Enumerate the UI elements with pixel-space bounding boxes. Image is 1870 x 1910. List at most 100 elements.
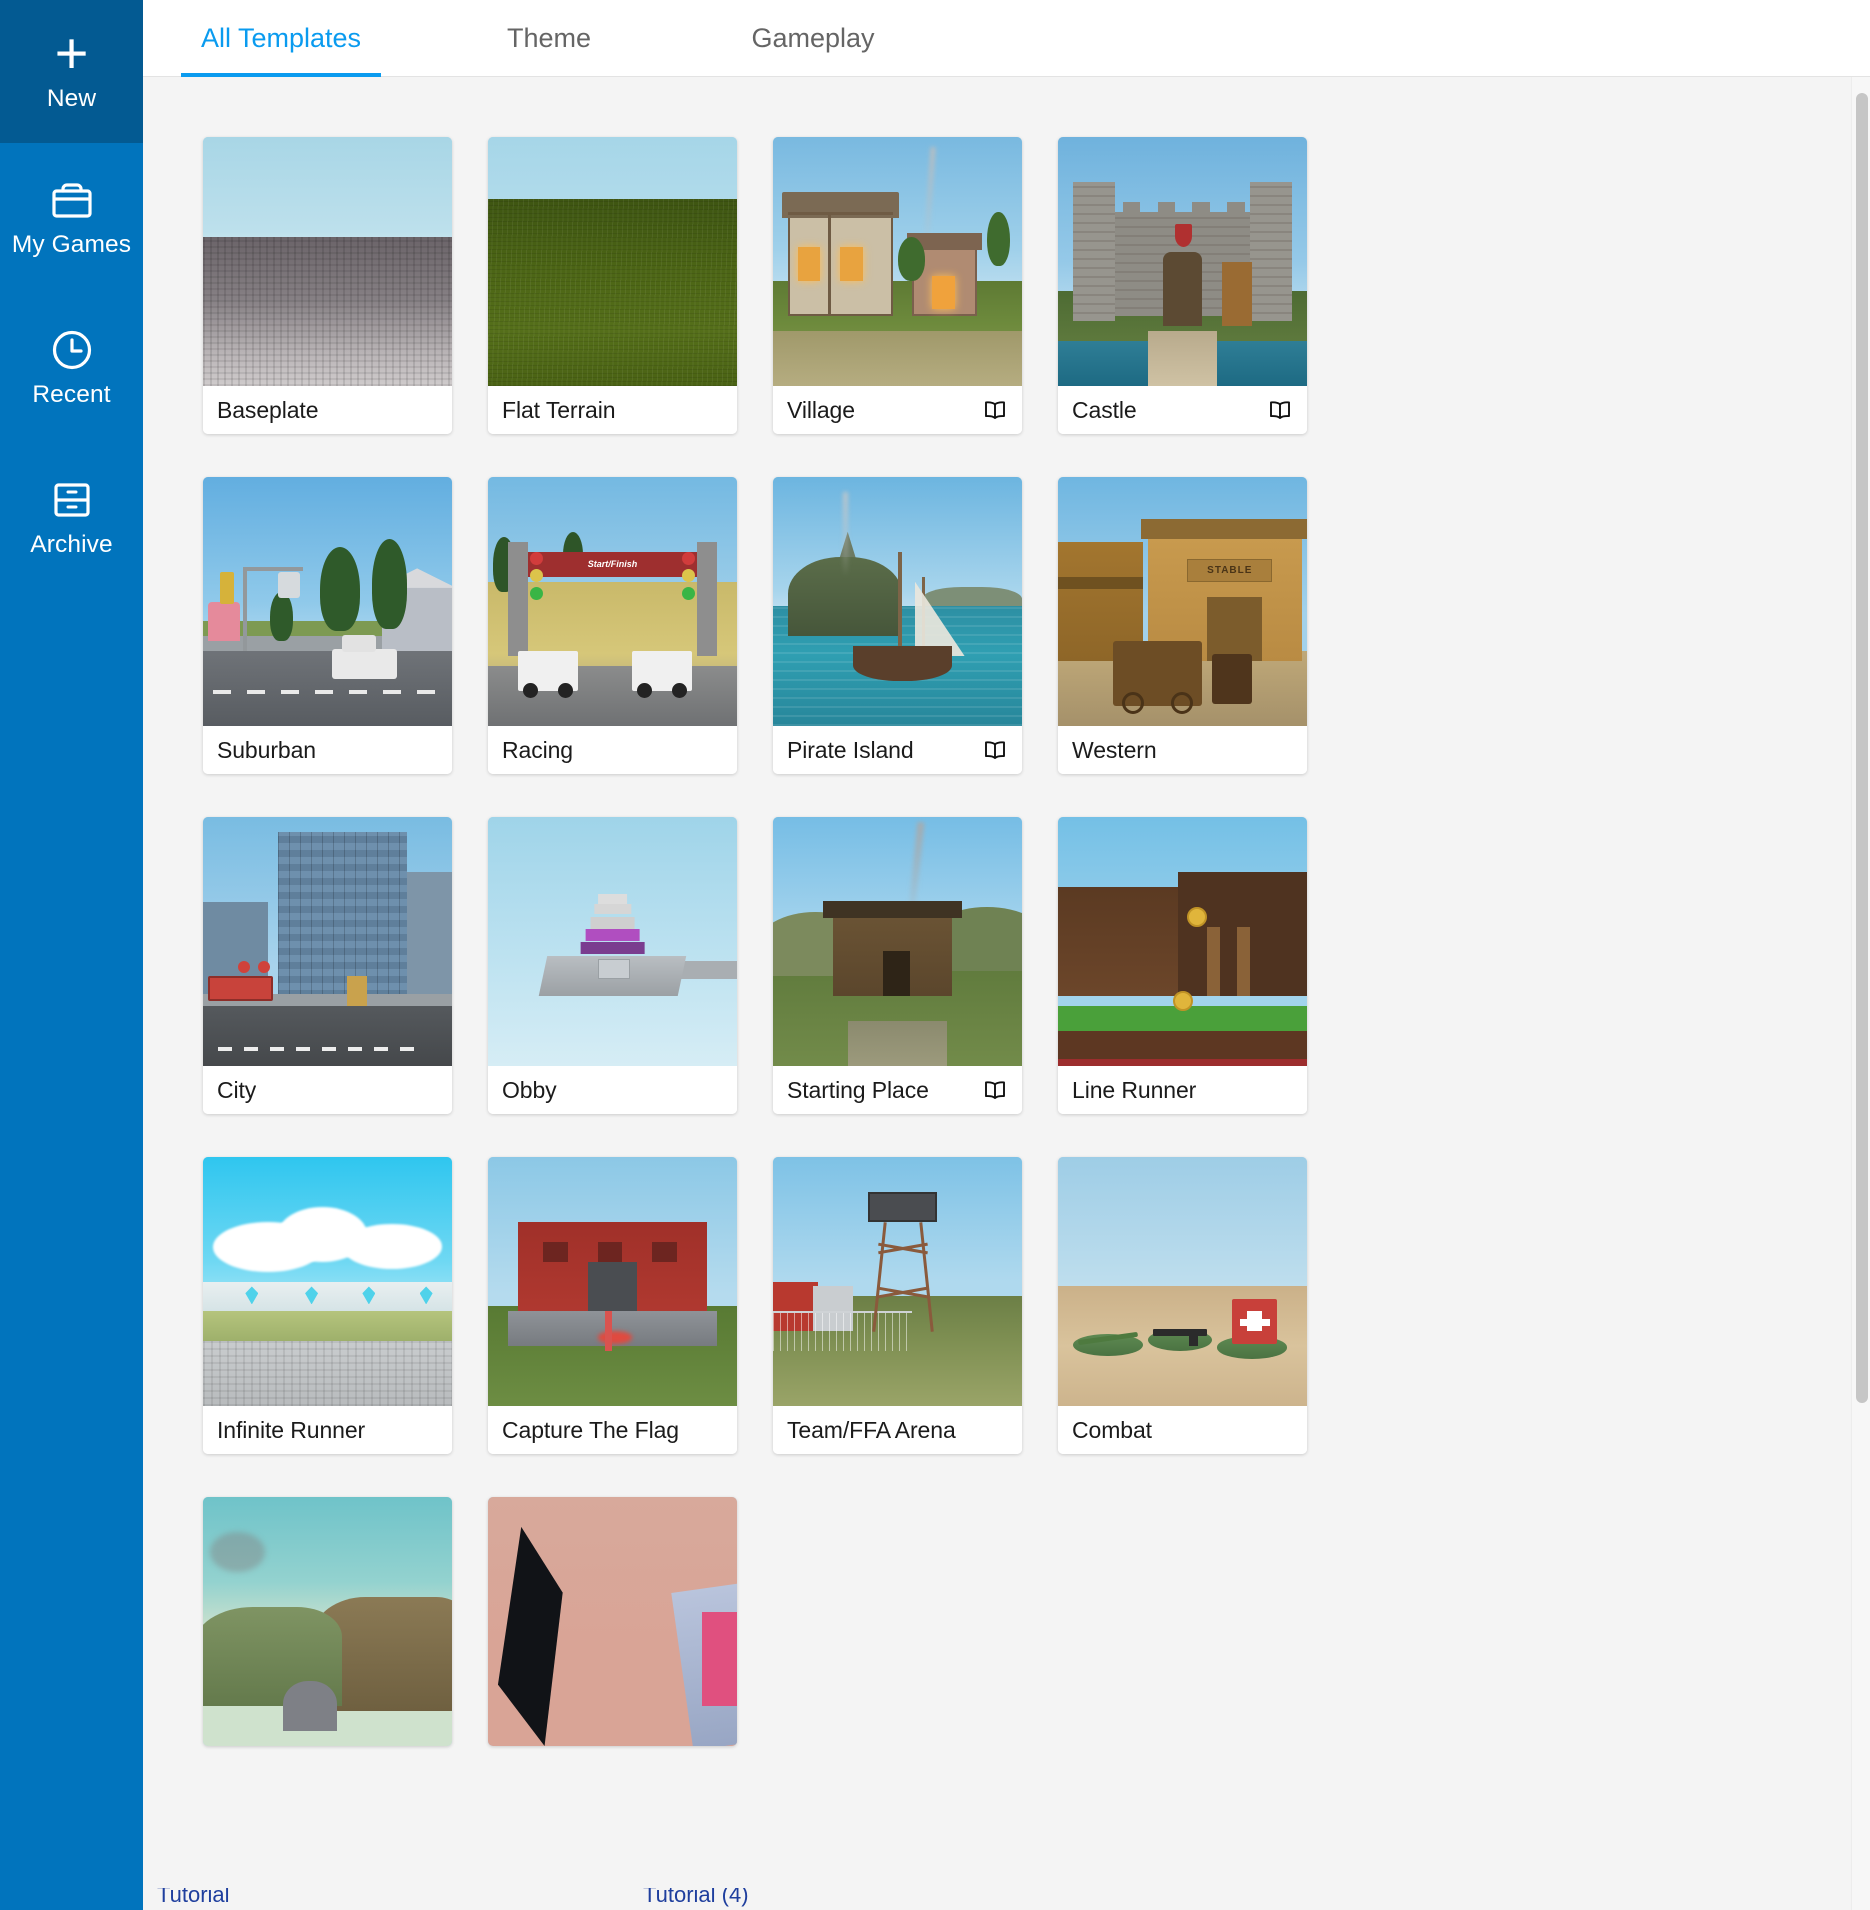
- sidebar: + New My Games Recent Archive: [0, 0, 143, 1910]
- template-card-footer: Flat Terrain: [488, 386, 737, 434]
- template-card[interactable]: STABLE Western: [1058, 477, 1307, 774]
- template-thumbnail[interactable]: [773, 817, 1022, 1066]
- template-card[interactable]: Obby: [488, 817, 737, 1114]
- book-icon[interactable]: [1267, 397, 1293, 423]
- template-title: Western: [1072, 736, 1157, 763]
- template-title: Team/FFA Arena: [787, 1416, 956, 1443]
- tab-gameplay[interactable]: Gameplay: [713, 0, 913, 77]
- template-title: Capture The Flag: [502, 1416, 679, 1443]
- template-card-footer: Infinite Runner: [203, 1406, 452, 1454]
- template-title: Flat Terrain: [502, 396, 616, 423]
- template-thumbnail[interactable]: [773, 137, 1022, 386]
- sidebar-item-recent-label: Recent: [32, 380, 111, 408]
- tab-theme[interactable]: Theme: [449, 0, 649, 77]
- template-thumbnail[interactable]: [203, 477, 452, 726]
- template-card[interactable]: Line Runner: [1058, 817, 1307, 1114]
- template-title: Racing: [502, 736, 573, 763]
- template-card-footer: Baseplate: [203, 386, 452, 434]
- sidebar-item-archive-label: Archive: [30, 530, 113, 558]
- template-title: Line Runner: [1072, 1076, 1197, 1103]
- template-thumbnail[interactable]: [488, 1157, 737, 1406]
- main-panel: All Templates Theme Gameplay Baseplate Fl…: [143, 0, 1870, 1910]
- book-icon[interactable]: [982, 737, 1008, 763]
- template-title: Combat: [1072, 1416, 1152, 1443]
- template-title: Pirate Island: [787, 736, 914, 763]
- template-thumbnail[interactable]: [488, 137, 737, 386]
- template-card-footer: Team/FFA Arena: [773, 1406, 1022, 1454]
- template-card[interactable]: [203, 1497, 452, 1746]
- template-title: Suburban: [217, 736, 316, 763]
- template-thumbnail[interactable]: [1058, 817, 1307, 1066]
- template-card-footer: Pirate Island: [773, 726, 1022, 774]
- template-title: Obby: [502, 1076, 557, 1103]
- sidebar-item-new-label: New: [46, 85, 97, 112]
- template-thumbnail[interactable]: [203, 1157, 452, 1406]
- template-thumbnail[interactable]: [773, 477, 1022, 726]
- template-card[interactable]: Baseplate: [203, 137, 452, 434]
- template-card-footer: Starting Place: [773, 1066, 1022, 1114]
- tab-all-templates[interactable]: All Templates: [181, 0, 381, 77]
- template-thumbnail[interactable]: [203, 1497, 452, 1746]
- template-card[interactable]: Flat Terrain: [488, 137, 737, 434]
- template-browser-window: + New My Games Recent Archive All Templa…: [0, 0, 1870, 1910]
- sidebar-item-my-games-label: My Games: [11, 230, 132, 258]
- template-card-footer: Racing: [488, 726, 737, 774]
- template-thumbnail[interactable]: Start/Finish: [488, 477, 737, 726]
- scrollbar-thumb[interactable]: [1856, 93, 1868, 1403]
- template-title: City: [217, 1076, 257, 1103]
- template-card-footer: Village: [773, 386, 1022, 434]
- template-card[interactable]: Team/FFA Arena: [773, 1157, 1022, 1454]
- template-card-footer: City: [203, 1066, 452, 1114]
- template-thumbnail[interactable]: [773, 1157, 1022, 1406]
- template-card[interactable]: Suburban: [203, 477, 452, 774]
- template-card[interactable]: Capture The Flag: [488, 1157, 737, 1454]
- template-card-footer: Capture The Flag: [488, 1406, 737, 1454]
- sidebar-item-recent[interactable]: Recent: [0, 293, 143, 441]
- sidebar-item-my-games[interactable]: My Games: [0, 143, 143, 291]
- template-thumbnail[interactable]: [203, 137, 452, 386]
- templates-grid: Baseplate Flat Terrain Village Castle Suburb…: [203, 137, 1323, 1746]
- sidebar-item-archive[interactable]: Archive: [0, 443, 143, 591]
- plus-icon: +: [54, 20, 89, 86]
- templates-scroll-area[interactable]: Baseplate Flat Terrain Village Castle Suburb…: [143, 77, 1870, 1910]
- template-card[interactable]: Castle: [1058, 137, 1307, 434]
- clock-icon: [49, 327, 95, 373]
- template-card[interactable]: Village: [773, 137, 1022, 434]
- template-thumbnail[interactable]: STABLE: [1058, 477, 1307, 726]
- tab-gameplay-label: Gameplay: [751, 23, 875, 53]
- template-card[interactable]: Combat: [1058, 1157, 1307, 1454]
- template-thumbnail[interactable]: [1058, 1157, 1307, 1406]
- template-thumbnail[interactable]: [488, 817, 737, 1066]
- tab-all-templates-label: All Templates: [200, 23, 362, 53]
- template-title: Village: [787, 396, 855, 423]
- book-icon[interactable]: [982, 1077, 1008, 1103]
- bottom-right-text: Tutorial (4): [643, 1888, 749, 1907]
- template-card[interactable]: Pirate Island: [773, 477, 1022, 774]
- template-card-footer: Combat: [1058, 1406, 1307, 1454]
- template-card[interactable]: Start/Finish Racing: [488, 477, 737, 774]
- template-card[interactable]: Starting Place: [773, 817, 1022, 1114]
- template-thumbnail[interactable]: [203, 817, 452, 1066]
- template-card[interactable]: Infinite Runner: [203, 1157, 452, 1454]
- book-icon[interactable]: [982, 397, 1008, 423]
- bottom-overlay-bar: Tutorial Tutorial (4): [143, 1888, 1870, 1910]
- template-title: Castle: [1072, 396, 1137, 423]
- template-thumbnail[interactable]: [488, 1497, 737, 1746]
- tab-bar: All Templates Theme Gameplay: [143, 0, 1870, 77]
- sidebar-item-new[interactable]: + New: [0, 0, 143, 143]
- template-card[interactable]: [488, 1497, 737, 1746]
- template-thumbnail[interactable]: [1058, 137, 1307, 386]
- tab-theme-label: Theme: [506, 23, 592, 53]
- template-title: Starting Place: [787, 1076, 929, 1103]
- template-title: Baseplate: [217, 396, 319, 423]
- template-card-footer: Western: [1058, 726, 1307, 774]
- bottom-left-text: Tutorial: [157, 1888, 230, 1907]
- archive-drawer-icon: [49, 477, 95, 523]
- briefcase-icon: [49, 177, 95, 223]
- template-card-footer: Line Runner: [1058, 1066, 1307, 1114]
- template-title: Infinite Runner: [217, 1416, 366, 1443]
- template-card[interactable]: City: [203, 817, 452, 1114]
- vertical-scrollbar[interactable]: [1851, 77, 1870, 1910]
- template-card-footer: Castle: [1058, 386, 1307, 434]
- template-card-footer: Suburban: [203, 726, 452, 774]
